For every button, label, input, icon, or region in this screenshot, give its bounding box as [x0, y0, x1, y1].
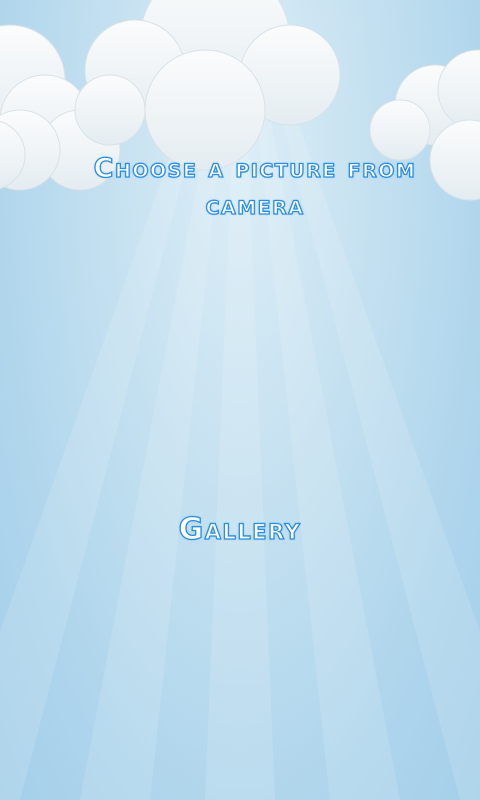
picture-chooser-screen: Choose a picture from camera Gallery	[0, 0, 480, 800]
choose-from-camera-button[interactable]: Choose a picture from camera	[60, 150, 450, 224]
gallery-button[interactable]: Gallery	[140, 510, 340, 550]
